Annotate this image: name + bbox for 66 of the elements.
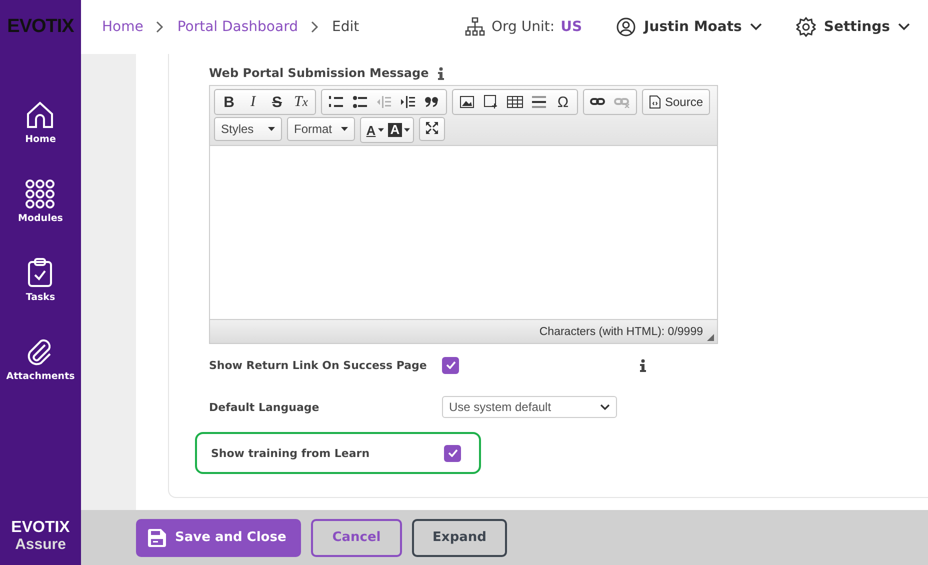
sidebar-item[interactable]: Attachments <box>6 337 75 382</box>
settings-icon <box>796 17 816 37</box>
home-icon <box>25 100 56 130</box>
sidebar-item[interactable]: Home <box>6 100 75 145</box>
user-icon <box>616 17 636 37</box>
org-unit-value[interactable]: US <box>560 19 582 35</box>
checkmark-icon <box>446 361 456 369</box>
org-unit-label: Org Unit: <box>491 19 555 35</box>
hierarchy-icon <box>465 17 486 37</box>
caret-icon <box>341 127 348 131</box>
sidebar-item[interactable]: Tasks <box>6 258 75 303</box>
outdent-icon <box>377 96 391 108</box>
product-name: Assure <box>15 537 66 553</box>
horizontal-line-icon <box>532 96 546 108</box>
table-icon <box>507 96 523 108</box>
chevron-icon <box>156 21 164 33</box>
dropdown[interactable]: Styles <box>214 117 282 141</box>
numbered-list-icon <box>329 96 343 108</box>
chevron-down-icon <box>898 23 910 31</box>
bullet-list-icon <box>353 96 367 108</box>
caret-icon <box>268 127 275 131</box>
settings-menu[interactable]: Settings <box>796 17 910 37</box>
field-label: Show Return Link On Success Page <box>209 358 428 372</box>
sidebar-item[interactable]: Modules <box>6 179 75 224</box>
breadcrumb-current: Edit <box>332 19 360 35</box>
clipboard-icon <box>27 258 54 288</box>
strikethrough-button[interactable]: S <box>265 91 289 113</box>
indent-icon <box>401 96 415 108</box>
source-button[interactable]: Source <box>645 91 708 113</box>
special-character-button[interactable]: Ω <box>551 91 575 113</box>
resize-handle-icon[interactable] <box>707 334 714 341</box>
chevron-down-icon <box>600 404 610 410</box>
dropdown[interactable]: Format <box>287 117 355 141</box>
chevron-down-icon <box>750 23 762 31</box>
checkmark-icon <box>448 449 458 457</box>
language-select[interactable]: Use system default <box>442 396 617 418</box>
field-label: Web Portal Submission Message <box>209 66 429 80</box>
breadcrumb-link[interactable]: Portal Dashboard <box>177 19 298 35</box>
checkbox[interactable] <box>442 356 459 374</box>
frame-icon <box>484 95 498 109</box>
caret-icon <box>404 128 410 132</box>
document-icon <box>649 95 661 109</box>
save-button[interactable]: Save and Close <box>136 518 301 556</box>
expand-button[interactable]: Expand <box>412 518 507 556</box>
image-icon <box>460 96 474 108</box>
field-label: Show training from Learn <box>211 446 371 460</box>
italic-button[interactable]: I <box>241 91 265 113</box>
quote-icon <box>425 96 439 108</box>
unlink-icon <box>614 96 630 108</box>
brand-logo: EVOTIX <box>11 520 70 538</box>
link-icon <box>590 96 606 108</box>
character-count: Characters (with HTML): 0/9999 <box>539 326 703 338</box>
checkbox[interactable] <box>444 444 461 462</box>
color-button[interactable]: A <box>387 119 411 141</box>
maximize-icon <box>426 122 438 134</box>
info-icon[interactable] <box>639 358 647 372</box>
breadcrumb-link[interactable]: Home <box>102 19 144 35</box>
field-label: Default Language <box>209 400 320 414</box>
bold-button[interactable]: B <box>217 91 241 113</box>
caret-icon <box>378 128 384 132</box>
color-button[interactable]: A <box>363 119 387 141</box>
maximize-button[interactable] <box>419 117 445 141</box>
info-icon[interactable] <box>436 66 445 80</box>
chevron-icon <box>310 21 319 33</box>
user-menu[interactable]: Justin Moats <box>616 17 762 37</box>
grid-icon <box>25 179 56 209</box>
